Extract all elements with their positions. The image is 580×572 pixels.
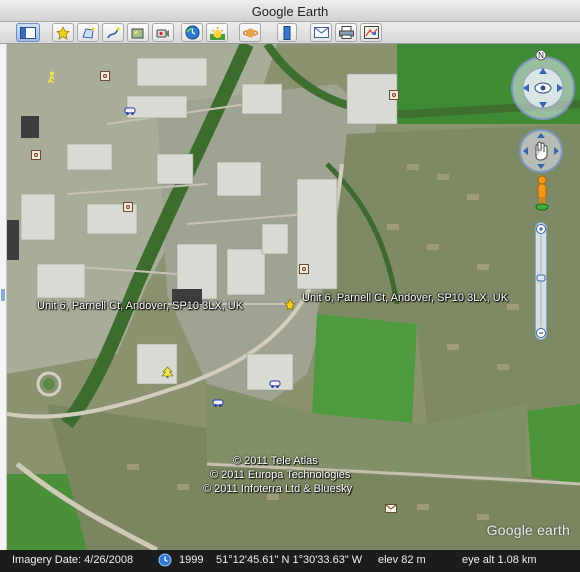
sun-icon bbox=[209, 26, 225, 40]
tree-icon[interactable] bbox=[161, 366, 173, 378]
eye-altitude-readout: eye alt 1.08 km bbox=[462, 554, 537, 566]
poi-marker[interactable] bbox=[100, 71, 110, 81]
poi-marker[interactable] bbox=[123, 202, 133, 212]
placemark-pin-icon[interactable] bbox=[284, 298, 296, 310]
historical-clock-icon bbox=[185, 25, 199, 40]
move-control[interactable] bbox=[516, 128, 566, 174]
view-in-maps-button[interactable] bbox=[360, 23, 382, 42]
car-icon[interactable] bbox=[212, 396, 224, 408]
compass-north-label: N bbox=[538, 51, 544, 60]
path-icon bbox=[107, 26, 120, 38]
car-icon[interactable] bbox=[269, 377, 281, 389]
sunlight-button[interactable] bbox=[206, 23, 228, 42]
placemark-label[interactable]: Unit 6, Parnell Ct, Andover, SP10 3LX, U… bbox=[302, 292, 508, 304]
record-tour-icon bbox=[156, 29, 169, 37]
historical-imagery-clock-icon[interactable] bbox=[158, 553, 172, 567]
poi-marker[interactable] bbox=[299, 264, 309, 274]
look-control[interactable]: N bbox=[508, 48, 578, 124]
zoom-slider[interactable] bbox=[535, 222, 547, 340]
sidebar-toggle-button[interactable] bbox=[16, 23, 40, 42]
car-icon[interactable] bbox=[124, 104, 136, 116]
print-icon bbox=[338, 26, 354, 39]
pegman-icon bbox=[535, 175, 549, 211]
planet-icon bbox=[242, 28, 258, 37]
poi-marker[interactable] bbox=[389, 90, 399, 100]
record-tour-button[interactable] bbox=[152, 23, 174, 42]
sidebar-edge-marker bbox=[1, 289, 5, 301]
add-placemark-button[interactable] bbox=[52, 23, 74, 42]
zoom-slider-icon bbox=[536, 224, 546, 338]
imagery-date: Imagery Date: 4/26/2008 bbox=[12, 554, 134, 566]
switch-planet-button[interactable] bbox=[239, 23, 261, 42]
add-image-overlay-button[interactable] bbox=[127, 23, 149, 42]
maps-icon bbox=[363, 26, 379, 39]
ruler-icon bbox=[283, 25, 291, 40]
walking-person-icon[interactable] bbox=[45, 71, 57, 83]
pointer-coordinates: 51°12'45.61" N 1°30'33.63" W bbox=[216, 554, 363, 566]
image-overlay-icon bbox=[131, 28, 144, 38]
print-button[interactable] bbox=[335, 23, 357, 42]
copyright-line: © 2011 Tele Atlas bbox=[233, 455, 318, 467]
poi-marker[interactable] bbox=[31, 150, 41, 160]
email-icon bbox=[313, 27, 329, 38]
sidebar-edge[interactable] bbox=[0, 44, 7, 550]
copyright-line: © 2011 Infoterra Ltd & Bluesky bbox=[203, 483, 353, 495]
window-title: Google Earth bbox=[251, 4, 329, 19]
add-polygon-button[interactable] bbox=[77, 23, 99, 42]
historical-imagery-button[interactable] bbox=[181, 23, 203, 42]
copyright-line: © 2011 Europa Technologies bbox=[210, 469, 351, 481]
email-button[interactable] bbox=[310, 23, 332, 42]
add-path-button[interactable] bbox=[102, 23, 124, 42]
pushpin-icon bbox=[56, 25, 70, 40]
sidebar-icon bbox=[20, 26, 36, 39]
street-view-pegman[interactable] bbox=[533, 175, 551, 211]
toolbar bbox=[0, 22, 580, 44]
placemark-label[interactable]: Unit 6, Parnell Ct, Andover, SP10 3LX, U… bbox=[37, 300, 243, 312]
move-joystick-icon bbox=[519, 129, 563, 173]
status-bar: Imagery Date: 4/26/2008 1999 51°12'45.61… bbox=[0, 550, 580, 572]
ruler-button[interactable] bbox=[277, 23, 297, 42]
window-titlebar: Google Earth bbox=[0, 0, 580, 22]
map-viewport[interactable]: Unit 6, Parnell Ct, Andover, SP10 3LX, U… bbox=[7, 44, 580, 550]
google-earth-logo: Google earth bbox=[486, 522, 570, 538]
elevation-readout: elev 82 m bbox=[378, 554, 426, 566]
imagery-year: 1999 bbox=[179, 554, 204, 566]
envelope-icon[interactable] bbox=[385, 504, 397, 516]
look-joystick-icon: N bbox=[511, 49, 575, 120]
polygon-icon bbox=[82, 26, 95, 39]
